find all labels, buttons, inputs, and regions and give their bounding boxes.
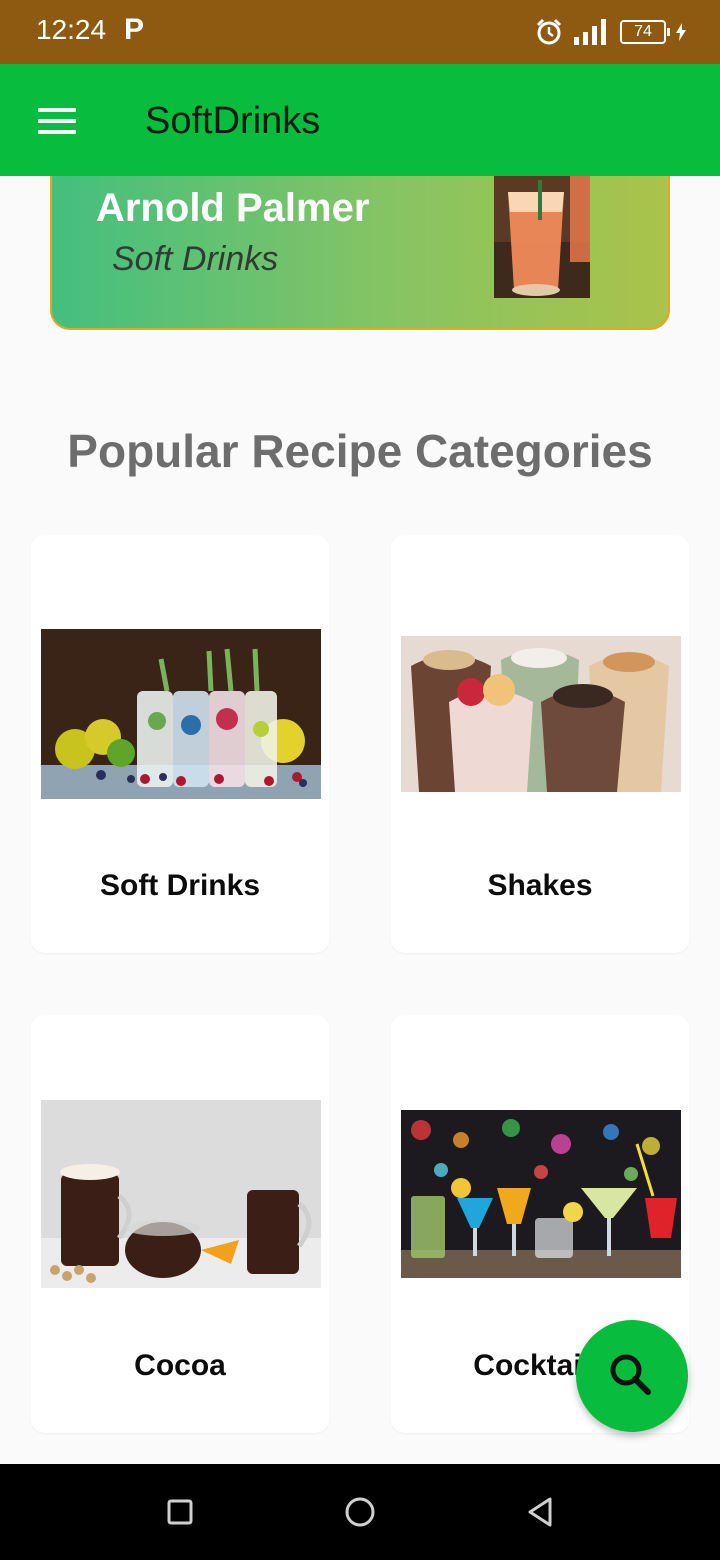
battery-icon: 74 xyxy=(620,20,670,44)
category-card-soft-drinks[interactable]: Soft Drinks xyxy=(31,535,329,953)
soft-drinks-image xyxy=(41,629,321,799)
recents-button[interactable] xyxy=(160,1492,200,1532)
home-button[interactable] xyxy=(340,1492,380,1532)
category-card-cocoa[interactable]: Cocoa xyxy=(31,1015,329,1433)
notification-app-icon: P xyxy=(124,13,145,46)
signal-icon xyxy=(574,19,606,45)
app-bar: SoftDrinks xyxy=(0,64,720,176)
cocktails-image xyxy=(401,1110,681,1278)
search-button[interactable] xyxy=(576,1320,688,1432)
shakes-image xyxy=(401,636,681,792)
section-title: Popular Recipe Categories xyxy=(67,425,653,477)
category-label: Cocoa xyxy=(134,1349,226,1382)
back-button[interactable] xyxy=(520,1492,560,1532)
search-icon xyxy=(610,1354,651,1395)
status-time: 12:24 xyxy=(36,14,107,45)
alarm-icon xyxy=(536,18,562,45)
cocoa-image xyxy=(41,1100,321,1288)
square-icon xyxy=(167,1499,193,1525)
charging-icon xyxy=(676,23,686,41)
system-nav-bar xyxy=(0,1464,720,1560)
app-title: SoftDrinks xyxy=(145,100,321,142)
category-label: Soft Drinks xyxy=(99,869,261,902)
category-label: Shakes xyxy=(487,869,593,902)
category-card-shakes[interactable]: Shakes xyxy=(391,535,689,953)
hamburger-menu-icon[interactable] xyxy=(38,108,76,134)
status-bar: 12:24 P 74 xyxy=(0,0,720,64)
featured-drink-category: Soft Drinks xyxy=(112,240,279,278)
status-indicators: 74 xyxy=(534,17,686,47)
featured-drink-title: Arnold Palmer xyxy=(96,186,370,230)
circle-icon xyxy=(345,1497,375,1527)
triangle-back-icon xyxy=(528,1497,552,1527)
